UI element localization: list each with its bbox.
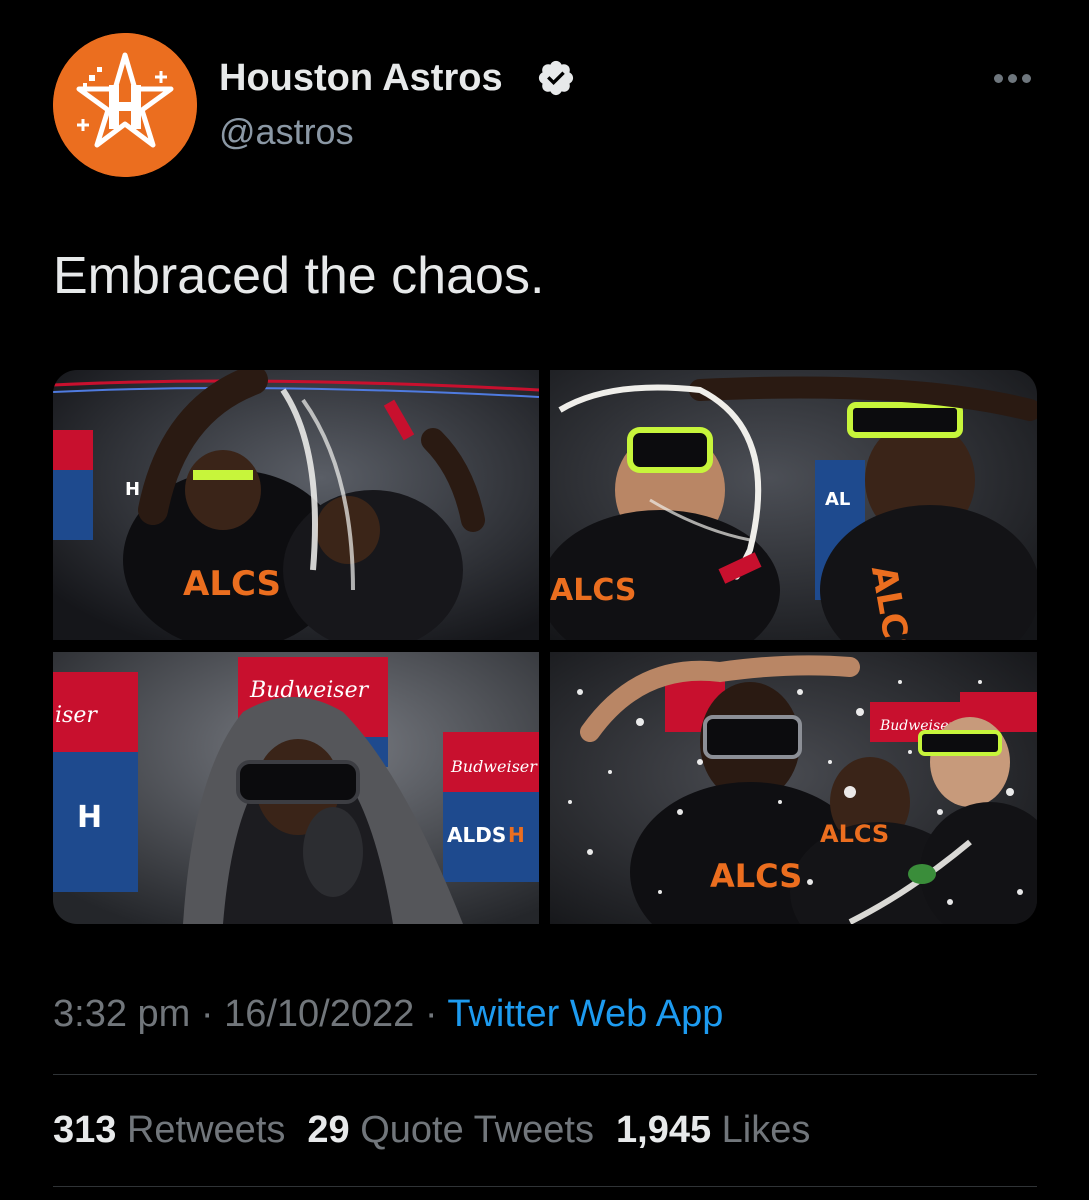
tweet-source-link[interactable]: Twitter Web App xyxy=(447,993,723,1035)
divider xyxy=(53,1074,1037,1075)
tweet-stats: 313 Retweets 29 Quote Tweets 1,945 Likes xyxy=(53,1106,810,1154)
tweet-text: Embraced the chaos. xyxy=(53,247,545,305)
celebration-photo-4[interactable]: Budweiser ALCS ALCS xyxy=(550,652,1037,924)
divider xyxy=(53,1186,1037,1187)
likes-count: 1,945 xyxy=(616,1109,712,1151)
svg-text:AL: AL xyxy=(825,489,850,510)
svg-text:Budweiser: Budweiser xyxy=(450,757,538,776)
more-options-button[interactable] xyxy=(990,62,1034,94)
photo-image: Budweiser ALCS ALCS xyxy=(550,652,1037,924)
retweets-label: Retweets xyxy=(126,1109,286,1151)
celebration-photo-3[interactable]: iser H Budweiser Budweiser ALDS H xyxy=(53,652,539,924)
tweet-meta: 3:32 pm · 16/10/2022 · Twitter Web App xyxy=(53,990,723,1038)
svg-text:ALCS: ALCS xyxy=(183,564,281,604)
tweet: Houston Astros @astros Embraced the chao… xyxy=(0,0,1089,1200)
photo-image: ALCS H xyxy=(53,370,539,640)
verified-badge-icon xyxy=(538,60,574,96)
quote-tweets-count: 29 xyxy=(307,1109,350,1151)
quote-tweets-stat[interactable]: 29 Quote Tweets xyxy=(307,1106,594,1154)
more-dot-icon xyxy=(1007,73,1017,83)
meta-separator: · xyxy=(424,993,438,1035)
svg-text:ALDS: ALDS xyxy=(447,823,506,847)
meta-separator: · xyxy=(200,993,214,1035)
more-dot-icon xyxy=(1021,73,1031,83)
celebration-photo-1[interactable]: ALCS H xyxy=(53,370,539,640)
media-grid: ALCS H AL ALCS ALCS iser H Budweiser Bud… xyxy=(53,370,1037,924)
tweet-time[interactable]: 3:32 pm xyxy=(53,993,190,1035)
svg-text:H: H xyxy=(508,823,525,847)
author-display-name[interactable]: Houston Astros xyxy=(219,54,503,102)
svg-text:ALCS: ALCS xyxy=(820,820,889,848)
svg-text:H: H xyxy=(125,479,140,500)
avatar[interactable] xyxy=(53,33,197,177)
author-handle[interactable]: @astros xyxy=(219,108,354,156)
quote-tweets-label: Quote Tweets xyxy=(360,1109,594,1151)
retweets-count: 313 xyxy=(53,1109,117,1151)
retweets-stat[interactable]: 313 Retweets xyxy=(53,1106,285,1154)
likes-stat[interactable]: 1,945 Likes xyxy=(616,1106,810,1154)
celebration-photo-2[interactable]: AL ALCS ALCS xyxy=(550,370,1037,640)
svg-text:ALCS: ALCS xyxy=(550,573,637,608)
tweet-date[interactable]: 16/10/2022 xyxy=(224,993,414,1035)
svg-text:H: H xyxy=(77,800,102,835)
svg-text:iser: iser xyxy=(55,703,98,728)
photo-image: iser H Budweiser Budweiser ALDS H xyxy=(53,652,539,924)
svg-text:ALCS: ALCS xyxy=(710,857,802,895)
astros-logo-icon xyxy=(53,33,197,177)
likes-label: Likes xyxy=(721,1109,811,1151)
more-dot-icon xyxy=(993,73,1003,83)
photo-image: AL ALCS ALCS xyxy=(550,370,1037,640)
